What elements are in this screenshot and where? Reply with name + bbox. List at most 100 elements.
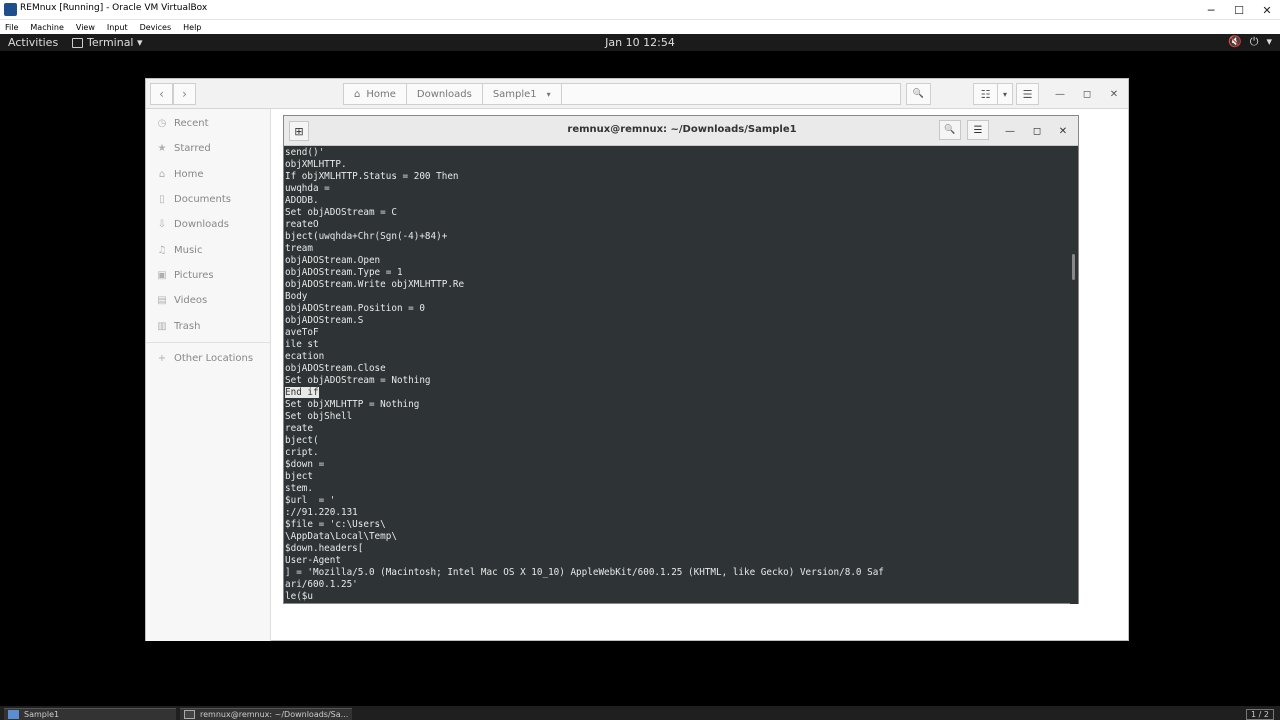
sidebar-item-pictures[interactable]: ▣ Pictures	[146, 263, 270, 288]
forward-button[interactable]: ›	[173, 83, 196, 105]
terminal-line: End if	[284, 387, 1071, 399]
system-status-area[interactable]: 🔇 ⏻ ▾	[1228, 35, 1272, 49]
files-maximize-button[interactable]: ◻	[1078, 85, 1096, 103]
power-icon: ⏻	[1249, 35, 1259, 48]
sidebar-item-downloads[interactable]: ⇩ Downloads	[146, 212, 270, 237]
vbox-minimize-button[interactable]: ─	[1196, 0, 1226, 20]
terminal-line: ://91.220.131	[285, 507, 358, 518]
files-headerbar: ‹ › ⌂ Home Downloads Sample1 ▾ 🔍 ☷ ▾ ☰ —…	[146, 79, 1128, 109]
home-icon: ⌂	[354, 88, 361, 100]
terminal-line: ] = 'Mozilla/5.0 (Macintosh; Intel Mac O…	[285, 567, 884, 578]
vbox-maximize-button[interactable]: ☐	[1224, 0, 1254, 20]
menu-help[interactable]: Help	[183, 23, 201, 32]
terminal-line: reateO	[285, 219, 319, 230]
terminal-line: tream	[285, 243, 313, 254]
vbox-titlebar: REMnux [Running] - Oracle VM VirtualBox …	[0, 0, 1280, 20]
terminal-scrollbar[interactable]	[1070, 146, 1078, 604]
terminal-line: ADODB.	[285, 195, 319, 206]
plus-icon: +	[157, 352, 167, 364]
terminal-line: $down =	[285, 459, 325, 470]
search-icon: 🔍	[944, 125, 956, 135]
menu-input[interactable]: Input	[107, 23, 128, 32]
search-icon: 🔍	[912, 89, 925, 99]
terminal-line: ecation	[285, 351, 325, 362]
terminal-line: objADOStream.Close	[285, 363, 386, 374]
terminal-icon	[184, 710, 195, 719]
sidebar-item-videos[interactable]: ▤ Videos	[146, 288, 270, 313]
terminal-line: ari/600.1.25'	[285, 579, 358, 590]
terminal-line: aveToF	[285, 327, 319, 338]
files-sidebar: ◷ Recent ★ Starred ⌂ Home ▯ Documents ⇩ Downl…	[146, 109, 271, 641]
sidebar-item-documents[interactable]: ▯ Documents	[146, 187, 270, 212]
task-terminal[interactable]: remnux@remnux: ~/Downloads/Sa...	[180, 708, 352, 720]
terminal-line: Body	[285, 291, 308, 302]
folder-icon	[8, 710, 19, 719]
terminal-line: Set objShell	[285, 411, 353, 422]
sidebar-item-trash[interactable]: ▥ Trash	[146, 313, 270, 338]
back-button[interactable]: ‹	[150, 83, 173, 105]
terminal-line: bject	[285, 471, 313, 482]
terminal-line: objADOStream.S	[285, 315, 364, 326]
files-minimize-button[interactable]: —	[1051, 85, 1069, 103]
terminal-close-button[interactable]: ✕	[1055, 122, 1071, 140]
terminal-line: objADOStream.Type = 1	[285, 267, 403, 278]
chevron-down-icon: ▾	[1002, 89, 1007, 99]
files-close-button[interactable]: ✕	[1105, 85, 1123, 103]
vbox-window-title: REMnux [Running] - Oracle VM VirtualBox	[20, 3, 208, 13]
list-view-icon: ☷	[980, 87, 991, 101]
search-button[interactable]: 🔍	[906, 83, 931, 105]
terminal-line: objADOStream.Position = 0	[285, 303, 425, 314]
hamburger-icon: ☰	[1022, 87, 1033, 101]
chevron-down-icon: ▾	[1266, 35, 1272, 48]
terminal-line: bject(uwqhda+Chr(Sgn(-4)+84)+	[285, 231, 448, 242]
sidebar-item-other-locations[interactable]: + Other Locations	[146, 346, 270, 371]
sidebar-item-starred[interactable]: ★ Starred	[146, 136, 270, 161]
speaker-muted-icon: 🔇	[1228, 35, 1242, 48]
vbox-close-button[interactable]: ✕	[1252, 0, 1280, 20]
menu-file[interactable]: File	[5, 23, 18, 32]
terminal-line: le($u	[285, 591, 313, 602]
sidebar-item-home[interactable]: ⌂ Home	[146, 162, 270, 187]
vbox-menubar: File Machine View Input Devices Help	[0, 20, 1280, 34]
path-crumb-home[interactable]: ⌂ Home	[344, 84, 407, 104]
terminal-window: ⊞ remnux@remnux: ~/Downloads/Sample1 🔍 ☰…	[283, 115, 1079, 604]
files-menu-button[interactable]: ☰	[1016, 83, 1039, 105]
terminal-line: uwqhda =	[285, 183, 330, 194]
terminal-line: bject(	[285, 435, 319, 446]
chevron-down-icon: ▾	[546, 89, 551, 99]
terminal-menu-button[interactable]: ☰	[967, 120, 989, 140]
terminal-headerbar: ⊞ remnux@remnux: ~/Downloads/Sample1 🔍 ☰…	[284, 116, 1078, 146]
menu-view[interactable]: View	[76, 23, 95, 32]
terminal-maximize-button[interactable]: ◻	[1029, 122, 1045, 140]
path-crumb-downloads[interactable]: Downloads	[407, 84, 483, 104]
path-crumb-sample1[interactable]: Sample1 ▾	[483, 84, 562, 104]
terminal-line: Set objXMLHTTP = Nothing	[285, 399, 420, 410]
recent-icon: ◷	[157, 118, 167, 130]
pictures-icon: ▣	[157, 269, 167, 281]
terminal-line: If objXMLHTTP.Status = 200 Then	[285, 171, 459, 182]
virtualbox-icon	[4, 3, 17, 16]
terminal-line: cript.	[285, 447, 319, 458]
terminal-line: stem.	[285, 483, 313, 494]
terminal-line: ile st	[285, 339, 319, 350]
terminal-minimize-button[interactable]: —	[1002, 122, 1018, 140]
terminal-line: objADOStream.Open	[285, 255, 381, 266]
sidebar-item-recent[interactable]: ◷ Recent	[146, 111, 270, 136]
menu-machine[interactable]: Machine	[30, 23, 64, 32]
download-icon: ⇩	[157, 219, 167, 231]
terminal-line: Set objADOStream = Nothing	[285, 375, 431, 386]
view-toggle-button[interactable]: ☷	[973, 83, 998, 105]
terminal-line: reate	[285, 423, 313, 434]
terminal-search-button[interactable]: 🔍	[939, 120, 961, 140]
terminal-output[interactable]: send()' objXMLHTTP. If objXMLHTTP.Status =…	[284, 146, 1071, 604]
workspace-indicator[interactable]: 1 / 2	[1246, 709, 1274, 720]
guest-desktop: Activities Terminal ▾ Jan 10 12:54 🔇 ⏻ ▾…	[0, 34, 1280, 706]
clock[interactable]: Jan 10 12:54	[0, 36, 1280, 49]
menu-devices[interactable]: Devices	[140, 23, 172, 32]
view-options-button[interactable]: ▾	[997, 83, 1013, 105]
terminal-line: $file = 'c:\Users\	[285, 519, 386, 530]
scrollbar-thumb[interactable]	[1072, 254, 1075, 280]
task-files-sample1[interactable]: Sample1	[4, 708, 176, 720]
sidebar-item-music[interactable]: ♫ Music	[146, 237, 270, 262]
terminal-line: \AppData\Local\Temp\	[285, 531, 397, 542]
